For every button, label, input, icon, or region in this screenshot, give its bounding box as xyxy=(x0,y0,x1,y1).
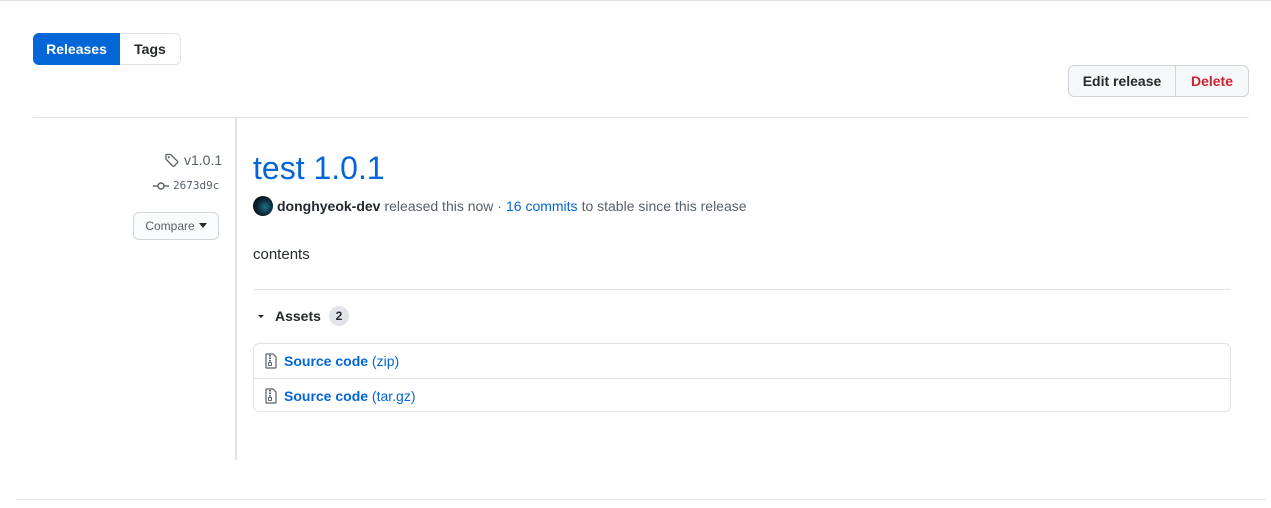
assets-toggle[interactable]: Assets 2 xyxy=(255,306,349,326)
avatar[interactable] xyxy=(253,196,273,216)
release-tag[interactable]: v1.0.1 xyxy=(164,152,222,168)
tag-icon xyxy=(165,153,179,167)
edit-release-button[interactable]: Edit release xyxy=(1069,66,1176,96)
header-divider xyxy=(33,117,1249,118)
release-body: contents xyxy=(253,246,310,263)
triangle-down-icon xyxy=(198,223,207,228)
list-item: Source code (zip) xyxy=(254,344,1230,378)
release-title[interactable]: test 1.0.1 xyxy=(253,148,385,188)
assets-list: Source code (zip) Source code (tar.gz) xyxy=(253,343,1231,412)
tag-name: v1.0.1 xyxy=(184,152,223,168)
list-item: Source code (tar.gz) xyxy=(254,378,1230,412)
releases-tab[interactable]: Releases xyxy=(33,33,120,65)
commits-suffix: to stable since this release xyxy=(581,198,747,214)
compare-button[interactable]: Compare xyxy=(133,212,219,240)
release-actions: Edit release Delete xyxy=(1068,65,1249,97)
timeline-divider xyxy=(235,118,237,460)
file-zip-icon xyxy=(265,387,277,404)
tags-tab[interactable]: Tags xyxy=(120,33,181,65)
asset-download-link[interactable]: Source code (tar.gz) xyxy=(284,388,416,404)
body-divider xyxy=(253,289,1231,290)
commits-link[interactable]: 16 commits xyxy=(506,196,578,216)
release-commit[interactable]: 2673d9c xyxy=(153,179,219,192)
author-link[interactable]: donghyeok-dev xyxy=(277,196,380,216)
git-commit-icon xyxy=(153,181,169,190)
commit-sha: 2673d9c xyxy=(173,179,220,192)
assets-label: Assets xyxy=(275,308,321,324)
releases-tags-subnav: Releases Tags xyxy=(33,33,181,65)
release-byline: donghyeok-dev released this now · 16 com… xyxy=(253,196,747,216)
file-zip-icon xyxy=(265,353,277,369)
released-text: released this now · xyxy=(384,198,502,214)
asset-download-link[interactable]: Source code (zip) xyxy=(284,353,399,369)
assets-count: 2 xyxy=(328,306,349,326)
footer-divider xyxy=(16,499,1266,500)
compare-label: Compare xyxy=(145,219,195,233)
triangle-down-icon xyxy=(258,315,264,318)
delete-release-button[interactable]: Delete xyxy=(1176,66,1248,96)
top-border xyxy=(0,0,1271,1)
